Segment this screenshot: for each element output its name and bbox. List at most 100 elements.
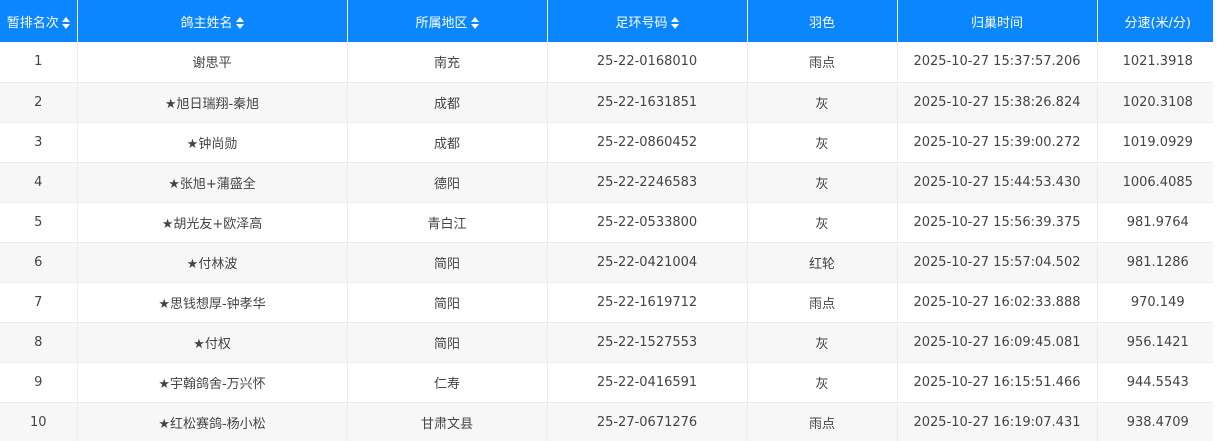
cell-region: 成都 [347, 122, 548, 163]
cell-owner-name: 谢思平 [77, 42, 348, 83]
cell-arrival-time: 2025-10-27 15:57:04.502 [897, 242, 1098, 283]
table-header: 暂排名次 鸽主姓名 所属地区 足环号码 羽色 归巢时间 分速(米/分) [0, 0, 1218, 42]
cell-feather-color: 雨点 [747, 282, 898, 323]
table-row: 4 ★张旭+蒲盛全 德阳 25-22-2246583 灰 2025-10-27 15:44… [0, 162, 1218, 203]
cell-region: 南充 [347, 42, 548, 83]
cell-owner-name: ★红松赛鸽-杨小松 [77, 402, 348, 441]
column-header-label: 羽色 [808, 15, 835, 31]
cell-ring-number: 25-22-1527553 [547, 322, 748, 363]
cell-arrival-time: 2025-10-27 15:38:26.824 [897, 82, 1098, 123]
column-header-feather-color: 羽色 [747, 0, 898, 42]
cell-arrival-time: 2025-10-27 15:37:57.206 [897, 42, 1098, 83]
column-header-label: 分速(米/分) [1124, 15, 1192, 31]
cell-feather-color: 雨点 [747, 42, 898, 83]
cell-ring-number: 25-22-1619712 [547, 282, 748, 323]
cell-feather-color: 灰 [747, 362, 898, 403]
cell-ring-number: 25-22-2246583 [547, 162, 748, 203]
cell-ring-number: 25-22-1631851 [547, 82, 748, 123]
cell-ring-number: 25-22-0416591 [547, 362, 748, 403]
cell-arrival-time: 2025-10-27 15:39:00.272 [897, 122, 1098, 163]
sort-icon[interactable] [235, 17, 244, 29]
cell-region: 简阳 [347, 282, 548, 323]
cell-rank: 3 [0, 122, 78, 163]
cell-speed: 1020.3108 [1097, 82, 1218, 123]
cell-speed: 981.1286 [1097, 242, 1218, 283]
cell-rank: 5 [0, 202, 78, 243]
cell-arrival-time: 2025-10-27 16:19:07.431 [897, 402, 1098, 441]
cell-owner-name: ★付林波 [77, 242, 348, 283]
sort-icon[interactable] [470, 17, 479, 29]
cell-feather-color: 灰 [747, 162, 898, 203]
table-row: 2 ★旭日瑞翔-秦旭 成都 25-22-1631851 灰 2025-10-27 15:3… [0, 82, 1218, 123]
cell-feather-color: 灰 [747, 322, 898, 363]
column-header-region[interactable]: 所属地区 [347, 0, 548, 42]
header-row: 暂排名次 鸽主姓名 所属地区 足环号码 羽色 归巢时间 分速(米/分) [0, 0, 1218, 42]
cell-speed: 1021.3918 [1097, 42, 1218, 83]
cell-feather-color: 灰 [747, 122, 898, 163]
cell-rank: 7 [0, 282, 78, 323]
cell-ring-number: 25-22-0168010 [547, 42, 748, 83]
table-body: 1 谢思平 南充 25-22-0168010 雨点 2025-10-27 15:37:57… [0, 42, 1218, 441]
cell-speed: 981.9764 [1097, 202, 1218, 243]
cell-owner-name: ★宇翰鸽舍-万兴怀 [77, 362, 348, 403]
cell-speed: 956.1421 [1097, 322, 1218, 363]
column-header-label: 归巢时间 [970, 15, 1023, 31]
column-header-label: 暂排名次 [6, 15, 59, 31]
cell-owner-name: ★张旭+蒲盛全 [77, 162, 348, 203]
column-header-speed: 分速(米/分) [1097, 0, 1218, 42]
ranking-table-container: 暂排名次 鸽主姓名 所属地区 足环号码 羽色 归巢时间 分速(米/分) 1 谢思平 南充 25-2… [0, 0, 1218, 441]
column-header-label: 鸽主姓名 [180, 15, 233, 31]
table-row: 9 ★宇翰鸽舍-万兴怀 仁寿 25-22-0416591 灰 2025-10-27 16:… [0, 362, 1218, 403]
cell-ring-number: 25-22-0421004 [547, 242, 748, 283]
cell-rank: 8 [0, 322, 78, 363]
cell-arrival-time: 2025-10-27 15:44:53.430 [897, 162, 1098, 203]
table-row: 10 ★红松赛鸽-杨小松 甘肃文县 25-27-0671276 雨点 2025-10-27… [0, 402, 1218, 441]
right-edge-strip [1213, 0, 1218, 441]
cell-arrival-time: 2025-10-27 16:09:45.081 [897, 322, 1098, 363]
table-row: 1 谢思平 南充 25-22-0168010 雨点 2025-10-27 15:37:57… [0, 42, 1218, 83]
cell-rank: 4 [0, 162, 78, 203]
cell-region: 甘肃文县 [347, 402, 548, 441]
cell-ring-number: 25-22-0533800 [547, 202, 748, 243]
cell-region: 简阳 [347, 242, 548, 283]
cell-speed: 944.5543 [1097, 362, 1218, 403]
cell-arrival-time: 2025-10-27 16:02:33.888 [897, 282, 1098, 323]
ranking-table: 暂排名次 鸽主姓名 所属地区 足环号码 羽色 归巢时间 分速(米/分) 1 谢思平 南充 25-2… [0, 0, 1218, 441]
cell-owner-name: ★旭日瑞翔-秦旭 [77, 82, 348, 123]
table-row: 8 ★付权 简阳 25-22-1527553 灰 2025-10-27 16:09:45.… [0, 322, 1218, 363]
cell-ring-number: 25-27-0671276 [547, 402, 748, 441]
cell-speed: 1006.4085 [1097, 162, 1218, 203]
column-header-owner-name[interactable]: 鸽主姓名 [77, 0, 348, 42]
cell-owner-name: ★胡光友+欧泽高 [77, 202, 348, 243]
cell-feather-color: 灰 [747, 82, 898, 123]
sort-icon[interactable] [670, 17, 679, 29]
cell-feather-color: 雨点 [747, 402, 898, 441]
column-header-rank[interactable]: 暂排名次 [0, 0, 78, 42]
cell-rank: 6 [0, 242, 78, 283]
cell-ring-number: 25-22-0860452 [547, 122, 748, 163]
table-row: 7 ★思钱想厚-钟孝华 简阳 25-22-1619712 雨点 2025-10-27 16… [0, 282, 1218, 323]
column-header-arrival-time: 归巢时间 [897, 0, 1098, 42]
cell-owner-name: ★思钱想厚-钟孝华 [77, 282, 348, 323]
table-row: 5 ★胡光友+欧泽高 青白江 25-22-0533800 灰 2025-10-27 15:… [0, 202, 1218, 243]
cell-rank: 9 [0, 362, 78, 403]
cell-owner-name: ★钟尚勋 [77, 122, 348, 163]
cell-region: 仁寿 [347, 362, 548, 403]
cell-feather-color: 灰 [747, 202, 898, 243]
cell-region: 成都 [347, 82, 548, 123]
cell-feather-color: 红轮 [747, 242, 898, 283]
table-row: 6 ★付林波 简阳 25-22-0421004 红轮 2025-10-27 15:57:0… [0, 242, 1218, 283]
column-header-ring-number[interactable]: 足环号码 [547, 0, 748, 42]
column-header-label: 足环号码 [615, 15, 668, 31]
cell-rank: 10 [0, 402, 78, 441]
cell-rank: 2 [0, 82, 78, 123]
sort-icon[interactable] [61, 17, 70, 29]
cell-arrival-time: 2025-10-27 15:56:39.375 [897, 202, 1098, 243]
cell-region: 青白江 [347, 202, 548, 243]
cell-arrival-time: 2025-10-27 16:15:51.466 [897, 362, 1098, 403]
cell-rank: 1 [0, 42, 78, 83]
column-header-label: 所属地区 [415, 15, 468, 31]
cell-speed: 970.149 [1097, 282, 1218, 323]
cell-owner-name: ★付权 [77, 322, 348, 363]
cell-speed: 938.4709 [1097, 402, 1218, 441]
